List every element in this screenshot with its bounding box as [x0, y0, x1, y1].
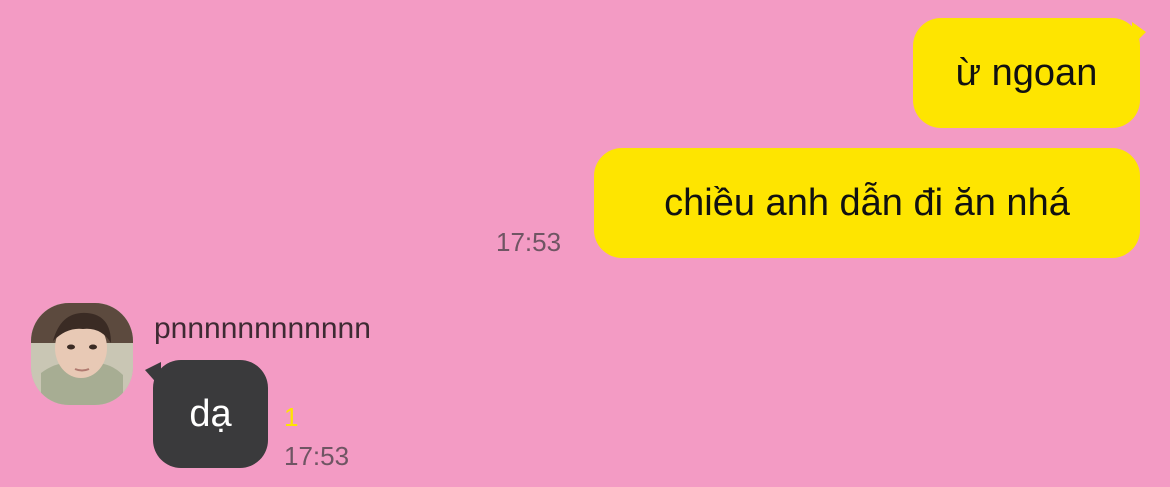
sent-message-bubble[interactable]: ừ ngoan [913, 18, 1140, 128]
message-text: chiều anh dẫn đi ăn nhá [664, 182, 1070, 224]
sent-message-bubble[interactable]: chiều anh dẫn đi ăn nhá [594, 148, 1140, 258]
avatar-photo-icon [31, 303, 133, 405]
message-text: dạ [189, 393, 232, 435]
message-timestamp: 17:53 [284, 441, 350, 471]
unread-count: 1 [284, 402, 299, 432]
sender-avatar[interactable] [31, 303, 133, 405]
message-text: ừ ngoan [955, 52, 1098, 94]
sent-bubble-tail [1132, 22, 1146, 46]
sender-name: pnnnnnnnnnnnn [154, 312, 371, 345]
chat-conversation: ừ ngoan chiều anh dẫn đi ăn nhá 17:53 pn… [0, 0, 1170, 487]
received-message-bubble[interactable]: dạ [153, 360, 268, 468]
message-timestamp: 17:53 [496, 227, 562, 257]
